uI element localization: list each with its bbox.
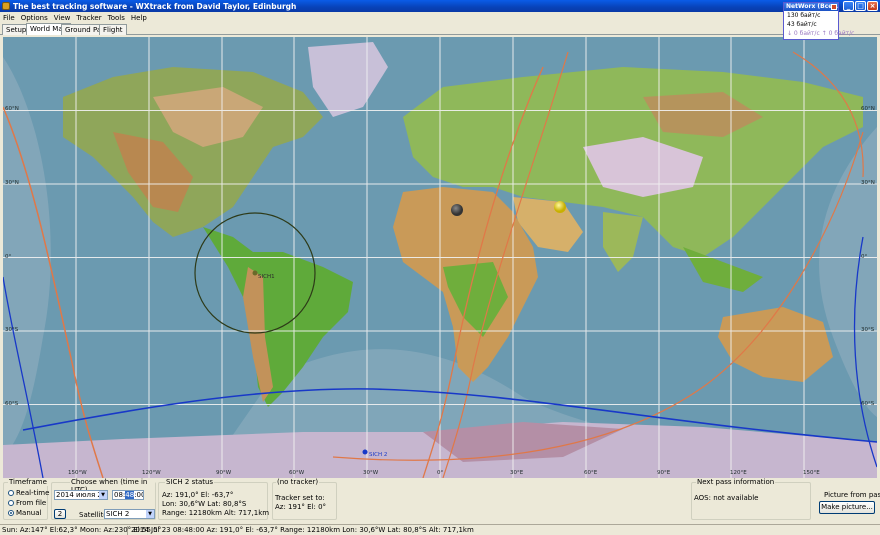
networx-row: 130 байт/с <box>787 12 821 19</box>
status-bar: Sun: Az:147° El:62,3° Moon: Az:230° El:5… <box>0 524 880 535</box>
lat-label-right: 0° <box>861 254 867 260</box>
satellite-select[interactable]: SICH 2 ▼ <box>104 509 155 519</box>
networx-popup: NetWorx (Все... 130 байт/с 43 байт/с ↓ 0… <box>783 2 855 40</box>
next-pass-caption: Next pass information <box>696 478 776 486</box>
lon-label: 90°W <box>216 470 232 476</box>
lon-label: 0° <box>437 470 443 476</box>
radio-real-time[interactable]: Real-time <box>8 489 49 497</box>
satellite-value: SICH 2 <box>106 510 130 518</box>
lat-label-right: 30°N <box>861 180 875 186</box>
tab-strip: Setup World Map Ground Path Flight <box>0 23 880 35</box>
time-hours: 08: <box>114 491 126 499</box>
world-map-canvas[interactable]: SICH1 SICH 2 60°N 30°N 0° 30°S 60°S 60°N… <box>3 37 877 478</box>
radio-selected-icon <box>8 510 14 516</box>
networx-row: ↓ 0 байт/с ↑ 0 байт/с <box>787 30 855 37</box>
moon-icon <box>451 204 463 216</box>
lat-label-left: 60°N <box>5 106 19 112</box>
status-details: 2014 Jul 23 08:48:00 Az: 191,0° El: -63,… <box>131 526 474 534</box>
networx-close-icon[interactable] <box>831 4 837 10</box>
radio-label: From file <box>16 499 47 507</box>
menu-help[interactable]: Help <box>128 12 150 23</box>
time-minutes: 48 <box>125 491 135 499</box>
radio-label: Manual <box>16 509 42 517</box>
satellite-marker[interactable] <box>252 270 258 276</box>
choose-when-group: Choose when (time in UTC) 2014 июля 23 ▼… <box>51 478 156 520</box>
lon-label: 120°E <box>730 470 747 476</box>
make-picture-button[interactable]: Make picture... <box>819 501 875 514</box>
radio-icon <box>8 490 14 496</box>
time-input[interactable]: 08:48:00 <box>112 490 144 500</box>
chevron-down-icon[interactable]: ▼ <box>146 510 154 518</box>
lat-label-left: 30°S <box>5 327 19 333</box>
lat-label-right: 60°S <box>861 401 875 407</box>
window-title: The best tracking software - WXtrack fro… <box>13 2 297 11</box>
tracker-line: Tracker set to: <box>275 494 325 502</box>
lon-label: 60°W <box>289 470 305 476</box>
picture-from-pass-label: Picture from pass <box>824 491 880 499</box>
status-line: Lon: 30,6°W Lat: 80,8°S <box>162 500 247 508</box>
menu-bar: File Options View Tracker Tools Help <box>0 12 880 23</box>
world-map[interactable]: SICH1 SICH 2 60°N 30°N 0° 30°S 60°S 60°N… <box>3 37 877 478</box>
tab-flight[interactable]: Flight <box>99 24 127 35</box>
lon-label: 120°W <box>142 470 161 476</box>
menu-tracker[interactable]: Tracker <box>73 12 104 23</box>
minimize-icon[interactable]: _ <box>843 1 854 11</box>
next-pass-group: Next pass information AOS: not available <box>691 478 811 520</box>
satellite-label-secondary: SICH 2 <box>369 452 387 458</box>
menu-options[interactable]: Options <box>18 12 51 23</box>
tracker-group: (no tracker) Tracker set to: Az: 191° El… <box>272 478 337 520</box>
satellite-status-group: SICH 2 status Az: 191,0° El: -63,7° Lon:… <box>158 478 270 520</box>
title-bar[interactable]: The best tracking software - WXtrack fro… <box>0 0 880 12</box>
status-sun-moon: Sun: Az:147° El:62,3° Moon: Az:230° El:5… <box>2 526 162 535</box>
lat-label-right: 60°N <box>861 106 875 112</box>
status-line: Az: 191,0° El: -63,7° <box>162 491 234 499</box>
radio-icon <box>8 500 14 506</box>
radio-from-file[interactable]: From file <box>8 499 46 507</box>
lon-label: 150°W <box>68 470 87 476</box>
lon-label: 30°W <box>363 470 379 476</box>
lon-label: 90°E <box>657 470 671 476</box>
menu-file[interactable]: File <box>0 12 18 23</box>
tracker-line: Az: 191° El: 0° <box>275 503 327 511</box>
lat-label-right: 30°S <box>861 327 875 333</box>
menu-tools[interactable]: Tools <box>105 12 128 23</box>
lon-label: 150°E <box>803 470 820 476</box>
menu-view[interactable]: View <box>51 12 74 23</box>
radio-label: Real-time <box>16 489 50 497</box>
time-seconds: :00 <box>134 491 143 499</box>
lon-label: 30°E <box>510 470 524 476</box>
app-icon <box>2 2 10 10</box>
tracker-caption: (no tracker) <box>276 478 320 486</box>
lon-label: 60°E <box>584 470 598 476</box>
lat-label-left: 60°S <box>5 401 19 407</box>
step-button[interactable]: 2 <box>54 509 66 519</box>
lat-label-left: 0° <box>5 254 11 260</box>
networx-row: 43 байт/с <box>787 21 817 28</box>
status-line: Range: 12180km Alt: 717,1km <box>162 509 270 517</box>
next-pass-aos: AOS: not available <box>694 494 759 502</box>
status-caption: SICH 2 status <box>165 478 215 486</box>
chevron-down-icon[interactable]: ▼ <box>99 491 107 499</box>
control-panel: Timeframe Real-time From file Manual Cho… <box>0 478 880 523</box>
satellite-sich2-marker[interactable] <box>362 449 368 455</box>
radio-manual[interactable]: Manual <box>8 509 41 517</box>
timeframe-caption: Timeframe <box>8 478 48 486</box>
lat-label-left: 30°N <box>5 180 19 186</box>
close-icon[interactable]: × <box>867 1 878 11</box>
sun-icon <box>554 201 566 213</box>
satellite-label-primary: SICH1 <box>258 274 275 280</box>
maximize-icon[interactable]: □ <box>855 1 866 11</box>
timeframe-group: Timeframe Real-time From file Manual <box>3 478 49 520</box>
date-picker[interactable]: 2014 июля 23 ▼ <box>54 490 108 500</box>
networx-title: NetWorx (Все... <box>784 3 838 11</box>
